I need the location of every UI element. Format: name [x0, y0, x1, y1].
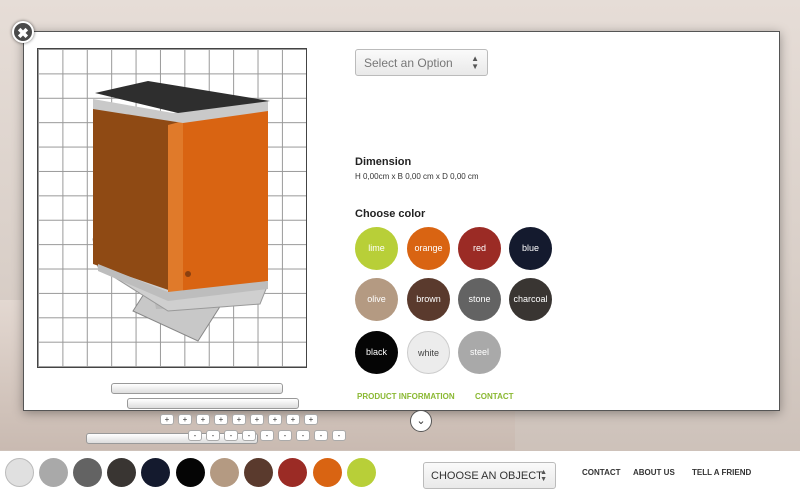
plus-button[interactable]: +: [196, 414, 210, 425]
chevron-down-icon[interactable]: ⌄: [410, 410, 432, 432]
slider-bar-1[interactable]: [111, 383, 283, 394]
footer-contact-link[interactable]: CONTACT: [582, 468, 621, 477]
color-swatch-brown[interactable]: brown: [407, 278, 450, 321]
color-swatch-red[interactable]: red: [458, 227, 501, 270]
minus-button[interactable]: -: [188, 430, 202, 441]
minus-button[interactable]: -: [206, 430, 220, 441]
bottom-swatch-brown[interactable]: [244, 458, 273, 487]
contact-link[interactable]: CONTACT: [475, 392, 514, 401]
option-select[interactable]: Select an Option ▲ ▼: [355, 49, 488, 76]
color-swatch-lime[interactable]: lime: [355, 227, 398, 270]
color-swatch-black[interactable]: black: [355, 331, 398, 374]
option-select-value: Select an Option: [364, 56, 453, 70]
product-render: [92, 81, 270, 342]
slider-bar-2[interactable]: [127, 398, 299, 409]
bottom-swatch-orange[interactable]: [313, 458, 342, 487]
bottom-swatch-lime[interactable]: [347, 458, 376, 487]
bottom-swatch-steel[interactable]: [39, 458, 68, 487]
choose-object-select[interactable]: CHOOSE AN OBJECT ▲ ▼: [423, 462, 556, 489]
bottom-bar: [0, 451, 800, 491]
dimension-value: H 0,00cm x B 0,00 cm x D 0,00 cm: [355, 172, 479, 181]
plus-button[interactable]: +: [304, 414, 318, 425]
choose-object-value: CHOOSE AN OBJECT: [431, 470, 543, 482]
choose-color-title: Choose color: [355, 208, 426, 220]
color-swatch-steel[interactable]: steel: [458, 331, 501, 374]
minus-button[interactable]: -: [224, 430, 238, 441]
product-information-link[interactable]: PRODUCT INFORMATION: [357, 392, 455, 401]
color-swatch-charcoal[interactable]: charcoal: [509, 278, 552, 321]
bottom-swatch-blue[interactable]: [141, 458, 170, 487]
bottom-swatch-olive[interactable]: [210, 458, 239, 487]
bottom-swatch-stone[interactable]: [73, 458, 102, 487]
footer-about-link[interactable]: ABOUT US: [633, 468, 675, 477]
plus-button[interactable]: +: [160, 414, 174, 425]
product-modal: Select an Option ▲ ▼ Dimension H 0,00cm x…: [23, 31, 780, 411]
minus-button[interactable]: -: [260, 430, 274, 441]
minus-button[interactable]: -: [332, 430, 346, 441]
close-icon[interactable]: ✖: [12, 21, 34, 43]
plus-button[interactable]: +: [268, 414, 282, 425]
color-swatch-olive[interactable]: olive: [355, 278, 398, 321]
bottom-swatch-black[interactable]: [176, 458, 205, 487]
minus-button[interactable]: -: [278, 430, 292, 441]
plus-button[interactable]: +: [286, 414, 300, 425]
plus-button[interactable]: +: [214, 414, 228, 425]
color-swatch-blue[interactable]: blue: [509, 227, 552, 270]
bottom-swatch-charcoal[interactable]: [107, 458, 136, 487]
dimension-title: Dimension: [355, 156, 412, 168]
color-swatch-white[interactable]: white: [407, 331, 450, 374]
minus-button[interactable]: -: [296, 430, 310, 441]
color-swatch-stone[interactable]: stone: [458, 278, 501, 321]
product-preview: [37, 48, 307, 368]
footer-tell-a-friend-link[interactable]: TELL A FRIEND: [692, 468, 751, 477]
plus-button[interactable]: +: [178, 414, 192, 425]
select-arrows-icon: ▲ ▼: [471, 54, 479, 71]
bottom-swatch-red[interactable]: [278, 458, 307, 487]
bottom-swatch-white[interactable]: [5, 458, 34, 487]
minus-button[interactable]: -: [242, 430, 256, 441]
plus-button[interactable]: +: [232, 414, 246, 425]
minus-button[interactable]: -: [314, 430, 328, 441]
color-swatch-orange[interactable]: orange: [407, 227, 450, 270]
select-arrows-icon: ▲ ▼: [540, 469, 547, 483]
plus-button[interactable]: +: [250, 414, 264, 425]
